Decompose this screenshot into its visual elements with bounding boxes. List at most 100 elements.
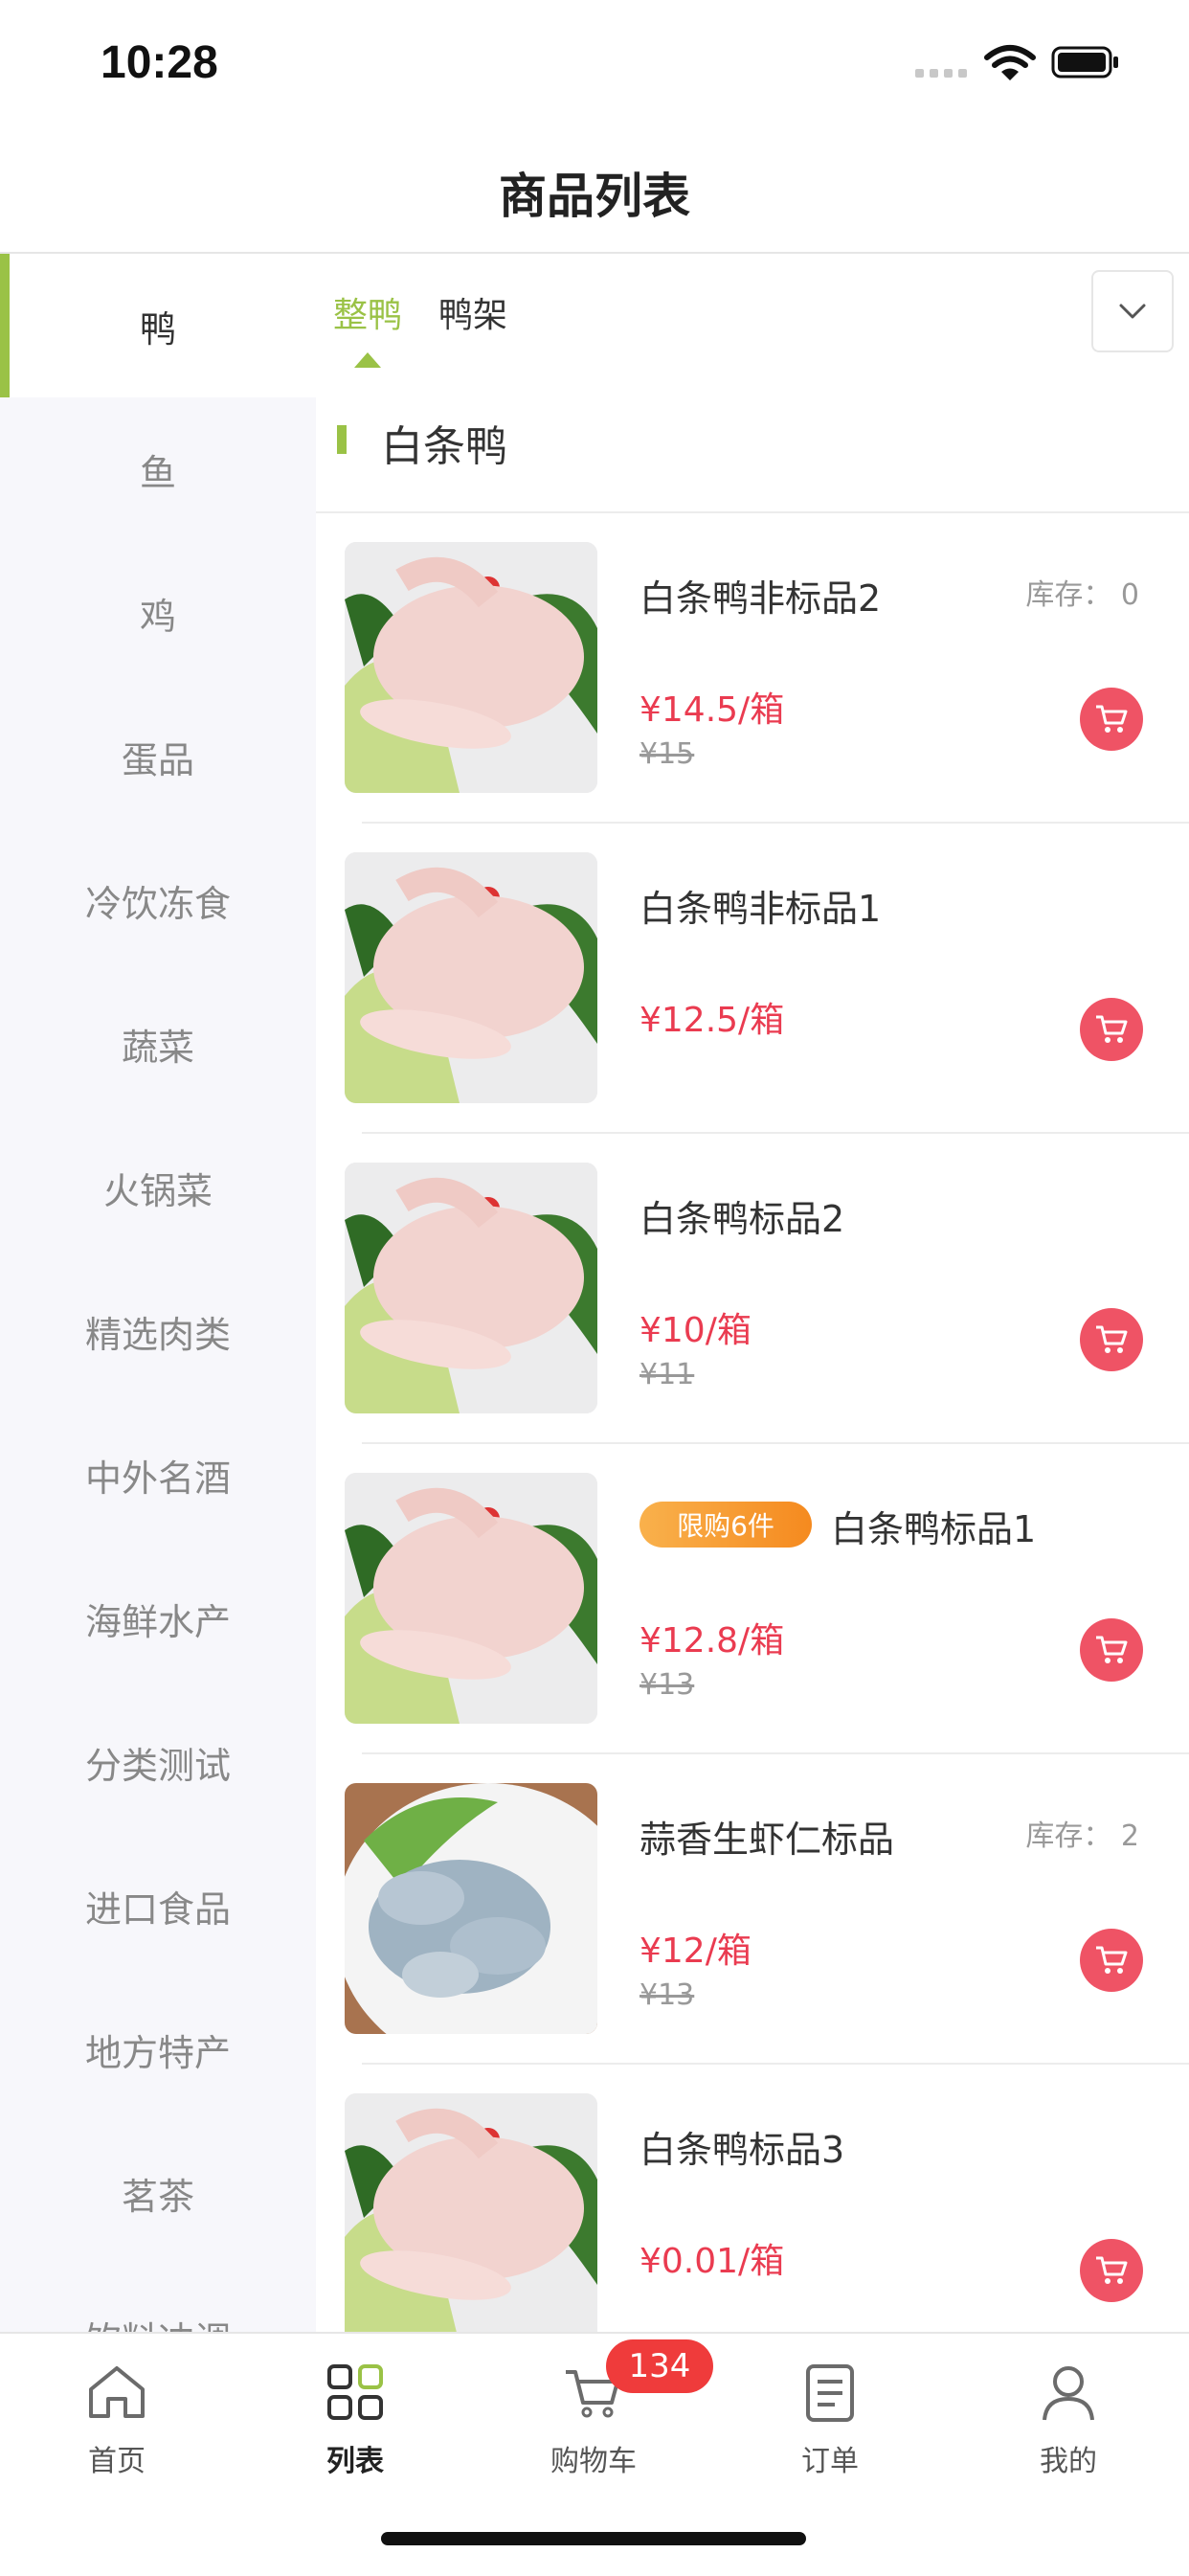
product-name: 白条鸭非标品2 bbox=[639, 577, 882, 620]
sidebar-item-chicken[interactable]: 鸡 bbox=[0, 541, 316, 685]
active-tab-indicator bbox=[354, 352, 381, 368]
product-item[interactable]: 限购6件 白条鸭标品1 ¥12.8/箱 ¥13 bbox=[316, 1444, 1189, 1754]
wifi-icon bbox=[984, 45, 1036, 80]
nav-home[interactable]: 首页 bbox=[40, 2361, 193, 2479]
sidebar-item-label: 海鲜水产 bbox=[84, 1600, 231, 1643]
nav-list[interactable]: 列表 bbox=[279, 2361, 432, 2479]
cart-icon bbox=[1096, 1325, 1128, 1353]
product-image-duck[interactable] bbox=[345, 1163, 597, 1413]
product-original-price: ¥11 bbox=[639, 1358, 695, 1391]
nav-label: 订单 bbox=[801, 2445, 859, 2478]
cellular-signal-icon bbox=[915, 69, 973, 80]
battery-icon bbox=[1051, 46, 1118, 79]
product-stock: 库存： 2 bbox=[1025, 1819, 1139, 1853]
product-item[interactable]: 白条鸭标品3 ¥0.01/箱 bbox=[316, 2065, 1189, 2375]
sidebar-item-label: 精选肉类 bbox=[84, 1313, 231, 1356]
add-to-cart-button[interactable] bbox=[1080, 2239, 1143, 2302]
nav-label: 我的 bbox=[1040, 2445, 1097, 2478]
product-item[interactable]: 白条鸭非标品2 库存： 0 ¥14.5/箱 ¥15 bbox=[316, 513, 1189, 824]
sidebar-item-label: 鸭 bbox=[139, 307, 176, 350]
home-indicator bbox=[381, 2532, 806, 2545]
sidebar-item-label: 蔬菜 bbox=[121, 1026, 194, 1069]
sidebar-item-label: 地方特产 bbox=[84, 2031, 231, 2074]
cart-icon bbox=[1096, 1946, 1128, 1974]
nav-profile[interactable]: 我的 bbox=[992, 2361, 1145, 2479]
order-icon bbox=[806, 2364, 854, 2422]
sidebar-item-frozen[interactable]: 冷饮冻食 bbox=[0, 828, 316, 972]
product-item[interactable]: 白条鸭标品2 ¥10/箱 ¥11 bbox=[316, 1134, 1189, 1444]
sidebar-item-label: 茗茶 bbox=[121, 2175, 194, 2218]
active-indicator bbox=[0, 254, 10, 397]
add-to-cart-button[interactable] bbox=[1080, 1308, 1143, 1371]
tab-duck-frame[interactable]: 鸭架 bbox=[438, 287, 507, 337]
sidebar-item-local[interactable]: 地方特产 bbox=[0, 1977, 316, 2121]
product-item[interactable]: 白条鸭非标品1 ¥12.5/箱 bbox=[316, 824, 1189, 1134]
sidebar-item-label: 冷饮冻食 bbox=[84, 882, 231, 925]
sidebar-item-test[interactable]: 分类测试 bbox=[0, 1690, 316, 1834]
sidebar-item-meat[interactable]: 精选肉类 bbox=[0, 1259, 316, 1403]
sidebar-item-liquor[interactable]: 中外名酒 bbox=[0, 1403, 316, 1547]
product-name: 白条鸭标品1 bbox=[831, 1508, 1037, 1550]
product-name: 白条鸭标品3 bbox=[639, 2129, 845, 2171]
home-icon bbox=[89, 2366, 145, 2418]
sidebar-item-label: 鸡 bbox=[139, 595, 176, 638]
nav-label: 购物车 bbox=[550, 2445, 637, 2478]
product-image-duck[interactable] bbox=[345, 852, 597, 1103]
section-title: 白条鸭 bbox=[381, 422, 507, 471]
sidebar-item-drinks[interactable]: 饮料冲调 bbox=[0, 2265, 316, 2333]
product-original-price: ¥15 bbox=[639, 737, 695, 771]
sidebar-item-label: 饮料冲调 bbox=[85, 2311, 231, 2333]
sidebar-item-label: 进口食品 bbox=[84, 1887, 231, 1931]
cart-count-badge: 134 bbox=[606, 2339, 713, 2393]
product-original-price: ¥13 bbox=[639, 1668, 695, 1702]
status-time: 10:28 bbox=[101, 37, 218, 88]
sidebar-item-fish[interactable]: 鱼 bbox=[0, 397, 316, 541]
user-icon bbox=[1043, 2366, 1094, 2421]
sidebar-item-eggs[interactable]: 蛋品 bbox=[0, 685, 316, 828]
product-image-duck[interactable] bbox=[345, 2093, 597, 2344]
sidebar-item-label: 中外名酒 bbox=[84, 1457, 231, 1500]
nav-orders[interactable]: 订单 bbox=[753, 2361, 907, 2479]
cart-icon bbox=[1096, 705, 1128, 733]
product-image-duck[interactable] bbox=[345, 542, 597, 793]
sidebar-item-hotpot[interactable]: 火锅菜 bbox=[0, 1116, 316, 1259]
category-sidebar[interactable]: 鸭 鱼 鸡 蛋品 冷饮冻食 蔬菜 火锅菜 精选肉类 中外名酒 海鲜水产 分类测试… bbox=[0, 254, 316, 2332]
add-to-cart-button[interactable] bbox=[1080, 1618, 1143, 1682]
grid-icon bbox=[327, 2364, 383, 2420]
nav-label: 列表 bbox=[326, 2445, 384, 2478]
sidebar-item-label: 火锅菜 bbox=[102, 1169, 213, 1212]
product-price: ¥12/箱 bbox=[639, 1932, 752, 1971]
product-price: ¥12.5/箱 bbox=[639, 1001, 785, 1040]
section-marker bbox=[337, 425, 347, 454]
product-price: ¥0.01/箱 bbox=[639, 2242, 785, 2281]
sidebar-item-duck[interactable]: 鸭 bbox=[0, 254, 316, 397]
product-name: 白条鸭标品2 bbox=[639, 1198, 845, 1240]
tab-whole-duck[interactable]: 整鸭 bbox=[333, 287, 402, 337]
nav-label: 首页 bbox=[88, 2445, 146, 2478]
add-to-cart-button[interactable] bbox=[1080, 688, 1143, 751]
product-name: 蒜香生虾仁标品 bbox=[639, 1819, 895, 1861]
sidebar-item-vegetables[interactable]: 蔬菜 bbox=[0, 972, 316, 1116]
sidebar-item-seafood[interactable]: 海鲜水产 bbox=[0, 1547, 316, 1690]
chevron-down-icon bbox=[1119, 304, 1146, 319]
product-name: 白条鸭非标品1 bbox=[639, 888, 882, 930]
cart-icon bbox=[1096, 2256, 1128, 2284]
product-original-price: ¥13 bbox=[639, 1978, 695, 2012]
cart-icon bbox=[1096, 1636, 1128, 1663]
add-to-cart-button[interactable] bbox=[1080, 1929, 1143, 1992]
product-item[interactable]: 蒜香生虾仁标品 库存： 2 ¥12/箱 ¥13 bbox=[316, 1754, 1189, 2065]
sidebar-item-imported[interactable]: 进口食品 bbox=[0, 1834, 316, 1977]
page-title: 商品列表 bbox=[499, 169, 690, 224]
add-to-cart-button[interactable] bbox=[1080, 998, 1143, 1061]
sidebar-item-label: 蛋品 bbox=[121, 738, 194, 781]
product-price: ¥12.8/箱 bbox=[639, 1621, 785, 1661]
expand-tabs-button[interactable] bbox=[1091, 270, 1174, 352]
sidebar-item-label: 分类测试 bbox=[84, 1744, 231, 1787]
cart-icon bbox=[1096, 1015, 1128, 1043]
sidebar-item-tea[interactable]: 茗茶 bbox=[0, 2121, 316, 2265]
product-stock: 库存： 0 bbox=[1025, 578, 1139, 612]
product-image-duck[interactable] bbox=[345, 1473, 597, 1724]
product-image-shrimp[interactable] bbox=[345, 1783, 597, 2034]
product-price: ¥14.5/箱 bbox=[639, 690, 785, 730]
sidebar-item-label: 鱼 bbox=[139, 451, 176, 494]
